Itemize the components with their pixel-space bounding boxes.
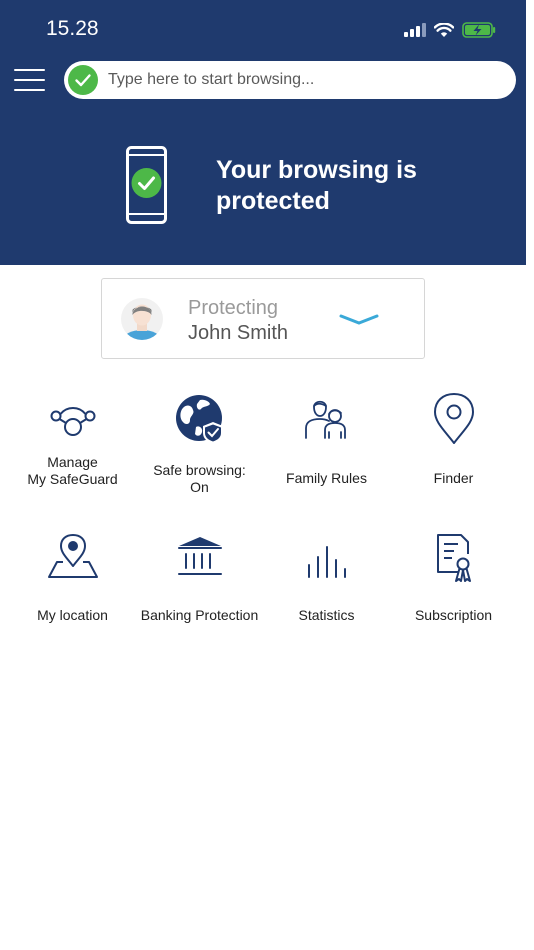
protecting-label: Protecting	[188, 297, 279, 319]
tile-statistics[interactable]: Statistics	[263, 532, 390, 632]
tile-label: Manage My SafeGuard	[27, 454, 118, 487]
phone-protected-icon	[126, 146, 167, 224]
family-icon	[305, 400, 346, 439]
search-input[interactable]	[108, 67, 498, 93]
wifi-icon	[434, 22, 454, 37]
status-icons	[404, 19, 496, 41]
profile-selector[interactable]: Protecting John Smith	[101, 278, 425, 359]
search-bar[interactable]	[64, 61, 516, 99]
tile-banking-protection[interactable]: Banking Protection	[136, 532, 263, 632]
certificate-icon	[437, 534, 471, 582]
tile-label: My location	[37, 607, 108, 623]
tile-safe-browsing[interactable]: Safe browsing: On	[136, 392, 263, 495]
map-pin-icon	[433, 392, 475, 444]
globe-shield-icon	[176, 395, 223, 444]
menu-button[interactable]	[14, 66, 46, 94]
tile-family-rules[interactable]: Family Rules	[263, 392, 390, 492]
tile-label: Subscription	[414, 607, 493, 623]
tile-label: Banking Protection	[140, 607, 259, 623]
tile-label: Finder	[433, 470, 474, 486]
tile-manage-safeguard[interactable]: Manage My SafeGuard	[9, 392, 136, 492]
battery-charging-icon	[462, 22, 496, 38]
bank-icon	[178, 537, 222, 575]
avatar	[121, 298, 163, 340]
tile-subscription[interactable]: Subscription	[390, 532, 517, 632]
tile-label: Family Rules	[286, 470, 367, 486]
location-map-icon	[48, 534, 98, 578]
chevron-down-icon[interactable]	[339, 313, 379, 327]
devices-network-icon	[50, 407, 96, 436]
profile-name: John Smith	[188, 322, 289, 344]
tile-my-location[interactable]: My location	[9, 532, 136, 632]
bar-chart-icon	[308, 546, 346, 578]
tile-label: Safe browsing: On	[153, 462, 246, 495]
signal-icon	[404, 23, 426, 37]
protected-check-icon	[68, 65, 98, 95]
tile-label: Statistics	[298, 607, 355, 623]
tile-finder[interactable]: Finder	[390, 392, 517, 492]
status-time: 15.28	[46, 17, 99, 40]
app-header: 15.28 Type here to start browsing... You…	[0, 0, 526, 265]
protection-status-text: Your browsing is protected	[216, 156, 417, 215]
